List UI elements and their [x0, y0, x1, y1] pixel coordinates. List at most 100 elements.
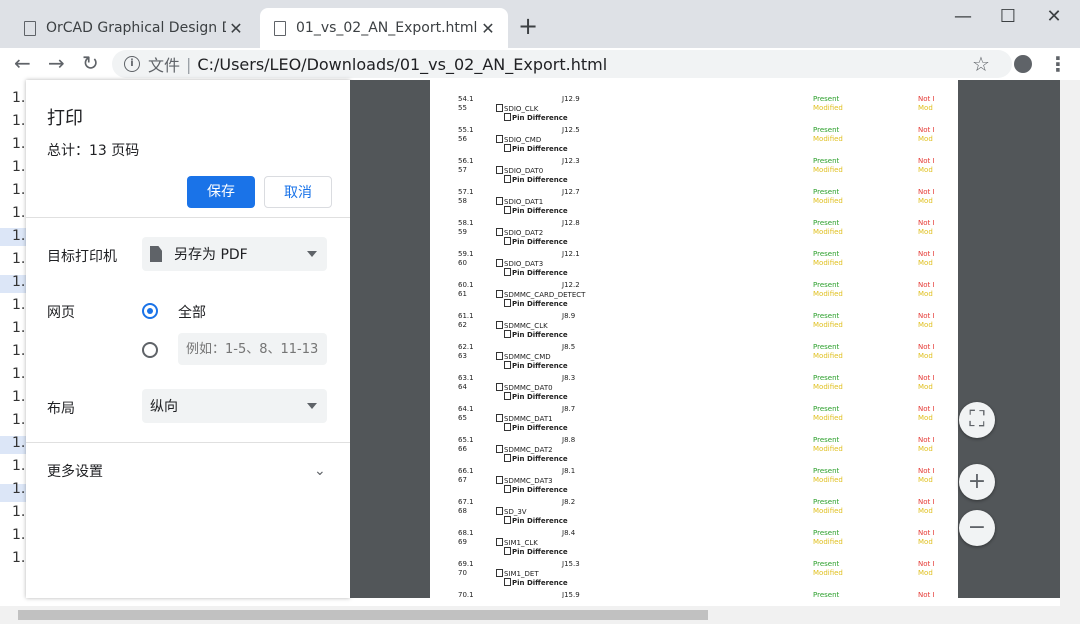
row-number: 59 — [458, 228, 467, 236]
profile-icon[interactable] — [1014, 55, 1032, 73]
preview-row: 63.1 J8.3 Present Not I 64 SDMMC_DAT0 Pin Diff… — [430, 374, 958, 405]
dropdown-caret-icon — [307, 403, 317, 409]
page-range-input[interactable] — [178, 333, 327, 365]
page-icon — [274, 20, 286, 36]
net-name: SDMMC_CARD_DETECT — [496, 290, 585, 299]
status-mod: Mod — [918, 290, 933, 298]
pin-difference-label: Pin Difference — [504, 392, 568, 401]
pin-difference-label: Pin Difference — [504, 361, 568, 370]
bookmark-star-icon[interactable]: ☆ — [972, 52, 990, 76]
status-not: Not I — [918, 157, 935, 165]
close-window-button[interactable]: ✕ — [1034, 6, 1074, 27]
background-row-text: 1. — [12, 205, 26, 221]
scroll-thumb[interactable] — [18, 610, 708, 620]
pin-ref: J8.4 — [562, 529, 576, 537]
preview-row: 70.1 J15.9 Present Not I — [430, 591, 958, 598]
preview-row: 54.1 J12.9 Present Not I 55 SDIO_CLK Pin Diffe… — [430, 95, 958, 126]
row-number: 58 — [458, 197, 467, 205]
net-name: SDMMC_DAT0 — [496, 383, 553, 392]
zoom-in-button[interactable]: + — [959, 464, 995, 500]
pin-ref: J8.3 — [562, 374, 576, 382]
tab-export[interactable]: 01_vs_02_AN_Export.html ✕ — [260, 8, 508, 48]
info-icon[interactable]: i — [124, 56, 140, 72]
row-number: 70 — [458, 569, 467, 577]
pin-ref: J8.1 — [562, 467, 576, 475]
save-button[interactable]: 保存 — [187, 176, 255, 208]
address-bar[interactable]: i 文件 | C:/Users/LEO/Downloads/01_vs_02_A… — [112, 50, 1012, 78]
new-tab-button[interactable]: + — [518, 14, 538, 38]
pin-ref: J12.9 — [562, 95, 580, 103]
status-modified: Modified — [813, 445, 843, 453]
preview-row: 59.1 J12.1 Present Not I 60 SDIO_DAT3 Pin Diff… — [430, 250, 958, 281]
status-mod: Mod — [918, 259, 933, 267]
cancel-button[interactable]: 取消 — [264, 176, 332, 208]
reload-button[interactable]: ↻ — [82, 51, 99, 75]
tab-orcad[interactable]: OrCAD Graphical Design Differ ✕ — [10, 8, 256, 48]
pin-difference-label: Pin Difference — [504, 268, 568, 277]
more-settings-toggle[interactable]: 更多设置 — [47, 461, 103, 481]
vertical-scrollbar[interactable] — [1060, 80, 1080, 606]
net-name: SDMMC_DAT3 — [496, 476, 553, 485]
menu-icon[interactable]: ⋮ — [1048, 52, 1068, 76]
pin-ref: J12.7 — [562, 188, 580, 196]
preview-row: 68.1 J8.4 Present Not I 69 SIM1_CLK Pin Differ… — [430, 529, 958, 560]
preview-row: 62.1 J8.5 Present Not I 63 SDMMC_CMD Pin Diffe… — [430, 343, 958, 374]
background-row-text: 1. — [12, 550, 26, 566]
zoom-out-button[interactable]: − — [959, 510, 995, 546]
status-modified: Modified — [813, 321, 843, 329]
pin-difference-label: Pin Difference — [504, 330, 568, 339]
destination-select[interactable]: 另存为 PDF — [142, 237, 327, 271]
row-number: 60 — [458, 259, 467, 267]
row-index: 69.1 — [458, 560, 474, 568]
pin-difference-label: Pin Difference — [504, 113, 568, 122]
tab-close-icon[interactable]: ✕ — [226, 19, 246, 38]
url-text[interactable]: C:/Users/LEO/Downloads/01_vs_02_AN_Expor… — [197, 55, 607, 74]
forward-button[interactable]: → — [48, 51, 65, 75]
status-mod: Mod — [918, 414, 933, 422]
print-title: 打印 — [47, 108, 83, 129]
pages-label: 网页 — [47, 305, 75, 321]
status-modified: Modified — [813, 290, 843, 298]
status-present: Present — [813, 95, 840, 103]
back-button[interactable]: ← — [14, 51, 31, 75]
layout-value: 纵向 — [150, 399, 178, 415]
status-mod: Mod — [918, 538, 933, 546]
net-name: SIM1_CLK — [496, 538, 538, 547]
status-mod: Mod — [918, 569, 933, 577]
row-number: 55 — [458, 104, 467, 112]
status-present: Present — [813, 281, 840, 289]
pin-ref: J15.9 — [562, 591, 580, 598]
pages-custom-radio[interactable] — [142, 342, 158, 358]
background-row-text: 1. — [12, 412, 26, 428]
pages-all-radio[interactable] — [142, 303, 158, 319]
preview-row: 69.1 J15.3 Present Not I 70 SIM1_DET Pin Diffe… — [430, 560, 958, 591]
background-row-text: 1. — [12, 343, 26, 359]
background-row-text: 1. — [12, 320, 26, 336]
row-index: 67.1 — [458, 498, 474, 506]
row-number: 64 — [458, 383, 467, 391]
row-index: 60.1 — [458, 281, 474, 289]
pin-difference-label: Pin Difference — [504, 237, 568, 246]
fit-to-page-button[interactable]: ⛶ — [959, 402, 995, 438]
background-row-text: 1. — [12, 458, 26, 474]
preview-row: 66.1 J8.1 Present Not I 67 SDMMC_DAT3 Pin Diff… — [430, 467, 958, 498]
status-mod: Mod — [918, 507, 933, 515]
pin-difference-label: Pin Difference — [504, 175, 568, 184]
minimize-button[interactable]: — — [943, 6, 983, 27]
background-row-text: 1. — [12, 366, 26, 382]
row-number: 65 — [458, 414, 467, 422]
maximize-button[interactable]: ☐ — [988, 6, 1028, 27]
page-total: 总计：13 页码 — [47, 143, 140, 159]
layout-label: 布局 — [47, 401, 75, 417]
status-mod: Mod — [918, 197, 933, 205]
layout-select[interactable]: 纵向 — [142, 389, 327, 423]
preview-row: 55.1 J12.5 Present Not I 56 SDIO_CMD Pin Diffe… — [430, 126, 958, 157]
chevron-down-icon[interactable]: ⌄ — [314, 463, 326, 479]
document-icon — [150, 246, 162, 262]
background-row-text: 1. — [12, 389, 26, 405]
tab-close-icon[interactable]: ✕ — [478, 19, 498, 38]
pin-ref: J12.3 — [562, 157, 580, 165]
horizontal-scrollbar[interactable] — [0, 606, 1080, 624]
status-not: Not I — [918, 560, 935, 568]
net-name: SDIO_DAT1 — [496, 197, 543, 206]
